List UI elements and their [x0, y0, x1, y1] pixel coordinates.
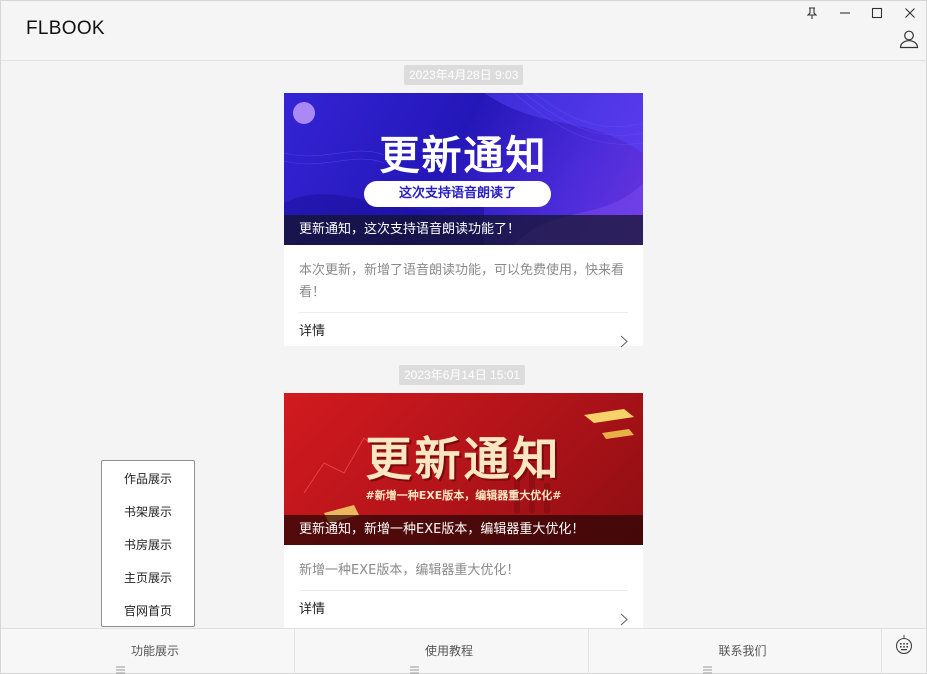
banner-caption: 更新通知，这次支持语音朗读功能了！ [284, 215, 643, 245]
card-banner-image[interactable]: 更新通知 #新增一种EXE版本，编辑器重大优化# 更新通知，新增一种EXE版本，… [284, 393, 643, 545]
tab-label: 使用教程 [424, 644, 473, 658]
banner-headline: 更新通知 [365, 432, 562, 486]
close-icon[interactable] [902, 5, 918, 21]
feature-popup-menu: 作品展示 书架展示 书房展示 主页展示 官网首页 [101, 460, 195, 627]
chevron-right-icon [620, 326, 628, 364]
menu-item-bookshelf[interactable]: 书架展示 [102, 496, 194, 529]
card-banner-image[interactable]: 更新通知 这次支持语音朗读了 更新通知，这次支持语音朗读功能了！ [284, 93, 643, 245]
menu-item-official-site[interactable]: 官网首页 [102, 595, 194, 628]
timestamp-badge: 2023年6月14日 15:01 [399, 365, 526, 385]
tab-label: 联系我们 [718, 644, 767, 658]
menu-item-homepage[interactable]: 主页展示 [102, 562, 194, 595]
card-detail-link[interactable]: 详情 [284, 313, 643, 351]
menu-item-study[interactable]: 书房展示 [102, 529, 194, 562]
maximize-icon[interactable] [869, 5, 885, 21]
banner-tagline: #新增一种EXE版本，编辑器重大优化# [365, 489, 562, 502]
banner-caption: 更新通知，新增一种EXE版本，编辑器重大优化！ [284, 515, 643, 545]
banner-pill: 这次支持语音朗读了 [364, 181, 551, 207]
chevron-right-icon [620, 604, 628, 628]
menu-lines-icon [409, 648, 419, 673]
menu-lines-icon [115, 648, 125, 673]
timestamp-badge: 2023年4月28日 9:03 [404, 65, 524, 85]
menu-lines-icon [703, 648, 713, 673]
news-card[interactable]: 更新通知 这次支持语音朗读了 更新通知，这次支持语音朗读功能了！ 本次更新，新增… [284, 93, 643, 348]
detail-label: 详情 [299, 602, 326, 617]
app-window: FLBOOK 2023年4月28日 9:03 更新通知 这次支持语音朗读了 更新… [0, 0, 927, 674]
tab-label: 功能展示 [130, 644, 179, 658]
menu-item-works[interactable]: 作品展示 [102, 463, 194, 496]
news-card[interactable]: 更新通知 #新增一种EXE版本，编辑器重大优化# 更新通知，新增一种EXE版本，… [284, 393, 643, 628]
tab-features[interactable]: 功能展示 [1, 629, 295, 674]
card-description: 新增一种EXE版本，编辑器重大优化！ [299, 563, 520, 578]
header: FLBOOK [1, 1, 926, 61]
pin-icon[interactable] [804, 5, 820, 21]
card-description: 本次更新，新增了语音朗读功能，可以免费使用，快来看看！ [299, 263, 625, 300]
tab-contact[interactable]: 联系我们 [589, 629, 882, 674]
user-icon[interactable] [899, 29, 919, 49]
detail-label: 详情 [299, 324, 326, 339]
bottom-menu-bar: 功能展示 使用教程 联系我们 [1, 628, 926, 674]
app-title: FLBOOK [26, 18, 105, 39]
keyboard-icon [895, 629, 913, 674]
card-detail-link[interactable]: 详情 [284, 591, 643, 628]
banner-headline: 更新通知 [379, 133, 548, 179]
minimize-icon[interactable] [837, 5, 853, 21]
tab-tutorial[interactable]: 使用教程 [295, 629, 589, 674]
keyboard-toggle-button[interactable] [882, 629, 926, 674]
